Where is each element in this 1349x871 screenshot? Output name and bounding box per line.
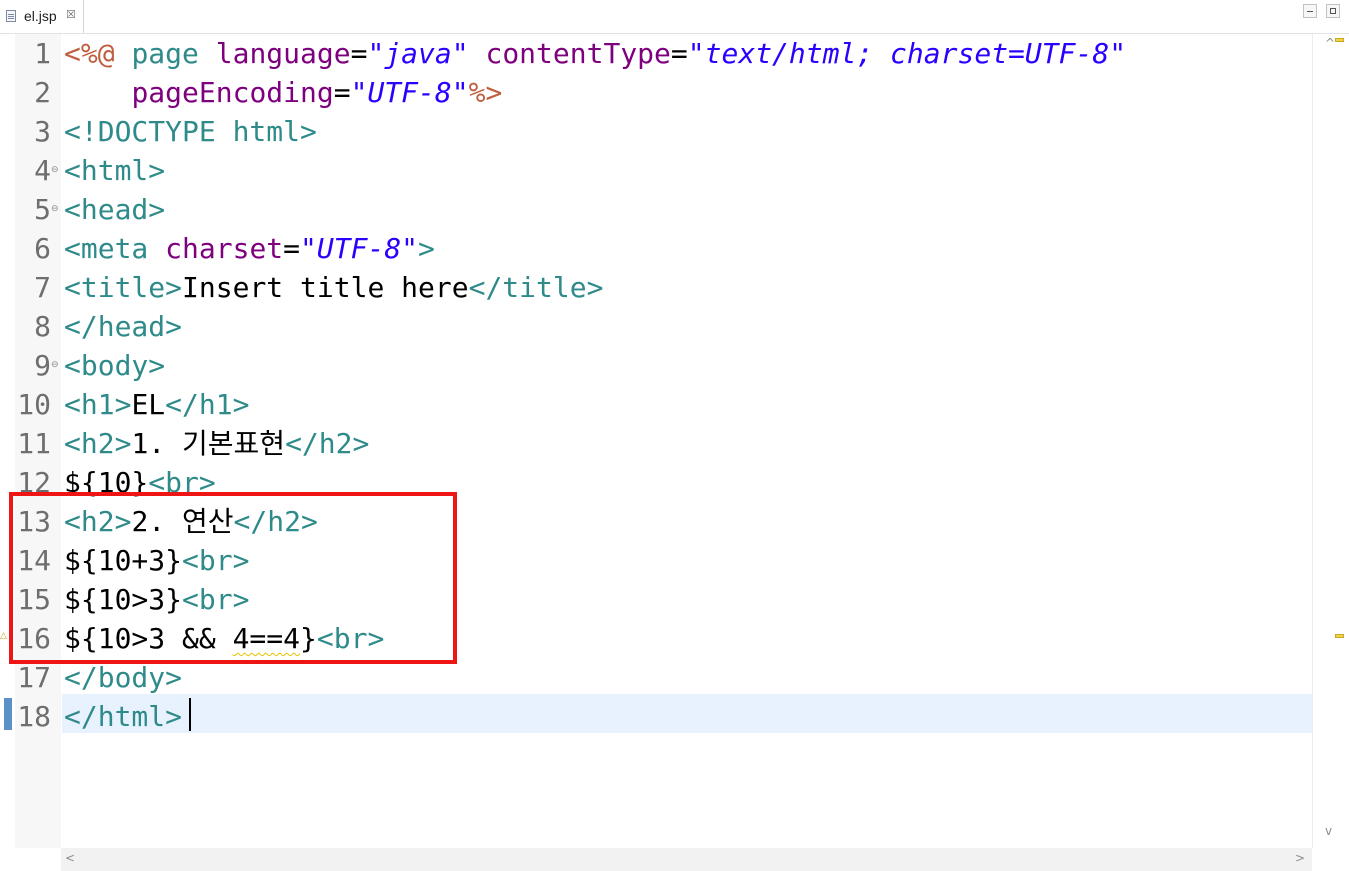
- code-line[interactable]: <!DOCTYPE html>: [64, 112, 317, 151]
- code-token: charset: [165, 232, 284, 265]
- text-cursor: [189, 698, 191, 731]
- code-token: <h1>: [64, 388, 132, 421]
- code-token: <head>: [64, 193, 166, 226]
- code-token: <h2>: [64, 427, 132, 460]
- code-token: EL: [131, 388, 166, 421]
- code-token: <title>: [64, 271, 183, 304]
- code-editor[interactable]: △ 1 <%@ page language="java" contentType=…: [0, 34, 1349, 871]
- code-token: "java": [367, 37, 469, 70]
- code-token: =: [333, 76, 351, 109]
- line-number: 3: [34, 115, 51, 148]
- current-line-marker: [4, 698, 12, 730]
- close-icon[interactable]: ☒: [66, 8, 76, 21]
- code-line[interactable]: </head>: [64, 307, 182, 346]
- scroll-down-arrow[interactable]: v: [1325, 824, 1332, 838]
- code-line[interactable]: <h2>1. 기본표현</h2>: [64, 424, 369, 463]
- line-number: 4: [34, 154, 51, 187]
- code-token: language: [215, 37, 351, 70]
- code-token: <body>: [64, 349, 166, 382]
- code-token: </title>: [468, 271, 604, 304]
- highlight-box: [9, 492, 457, 664]
- code-line[interactable]: <head>: [64, 190, 165, 229]
- code-token: <!DOCTYPE html>: [64, 115, 317, 148]
- code-line[interactable]: pageEncoding="UTF-8"%>: [64, 73, 502, 112]
- code-token: %>: [468, 76, 503, 109]
- code-token: =: [350, 37, 368, 70]
- warning-icon: △: [0, 631, 7, 641]
- line-number: 18: [17, 700, 51, 733]
- code-token: "text/html; charset=UTF-8": [687, 37, 1127, 70]
- fold-toggle-icon[interactable]: ⊖: [51, 346, 59, 385]
- current-line-highlight: [62, 694, 1312, 733]
- code-token: =: [670, 37, 688, 70]
- code-token: "UTF-8": [300, 232, 419, 265]
- code-line[interactable]: </html>: [64, 697, 182, 736]
- fold-toggle-icon[interactable]: ⊖: [51, 190, 59, 229]
- code-token: "UTF-8": [350, 76, 469, 109]
- line-number: 6: [34, 232, 51, 265]
- code-token: </html>: [64, 700, 183, 733]
- line-number: 5: [34, 193, 51, 226]
- ruler-warning-mark[interactable]: [1335, 38, 1344, 42]
- code-token: </h1>: [165, 388, 250, 421]
- code-token: 1. 기본표현: [131, 427, 286, 460]
- code-token: <meta: [64, 232, 149, 265]
- tab-label: el.jsp: [24, 8, 57, 24]
- fold-toggle-icon[interactable]: ⊖: [51, 151, 59, 190]
- code-token: <html>: [64, 154, 166, 187]
- scroll-up-arrow[interactable]: ^: [1325, 36, 1335, 50]
- code-token: <%@: [64, 37, 115, 70]
- editor-tab-bar: el.jsp ☒: [0, 0, 1349, 34]
- line-number: 1: [34, 37, 51, 70]
- code-token: </body>: [64, 661, 183, 694]
- code-token: Insert title here: [182, 271, 469, 304]
- minimize-button[interactable]: [1303, 4, 1317, 18]
- code-line[interactable]: <meta charset="UTF-8">: [64, 229, 435, 268]
- ruler-warning-mark[interactable]: [1335, 634, 1344, 638]
- code-token: </h2>: [285, 427, 370, 460]
- code-token: </head>: [64, 310, 183, 343]
- jsp-file-icon: [6, 10, 16, 22]
- line-number: 8: [34, 310, 51, 343]
- maximize-button[interactable]: [1326, 4, 1340, 18]
- code-token: page: [131, 37, 199, 70]
- scroll-right-arrow[interactable]: >: [1295, 851, 1305, 865]
- code-line[interactable]: <html>: [64, 151, 165, 190]
- tab-el-jsp[interactable]: el.jsp ☒: [0, 0, 84, 33]
- line-number: 10: [17, 388, 51, 421]
- line-number: 11: [17, 427, 51, 460]
- code-token: contentType: [485, 37, 671, 70]
- line-number: 9: [34, 349, 51, 382]
- code-token: =: [283, 232, 301, 265]
- line-number: 2: [34, 76, 51, 109]
- line-number: 7: [34, 271, 51, 304]
- code-line[interactable]: <%@ page language="java" contentType="te…: [64, 34, 1126, 73]
- code-line[interactable]: <body>: [64, 346, 165, 385]
- code-token: >: [418, 232, 435, 265]
- code-token: pageEncoding: [131, 76, 334, 109]
- overview-ruler[interactable]: ^ v: [1312, 34, 1349, 848]
- scroll-left-arrow[interactable]: <: [65, 851, 75, 865]
- horizontal-scrollbar[interactable]: < >: [61, 848, 1312, 871]
- code-line[interactable]: <h1>EL</h1>: [64, 385, 249, 424]
- code-line[interactable]: <title>Insert title here</title>: [64, 268, 603, 307]
